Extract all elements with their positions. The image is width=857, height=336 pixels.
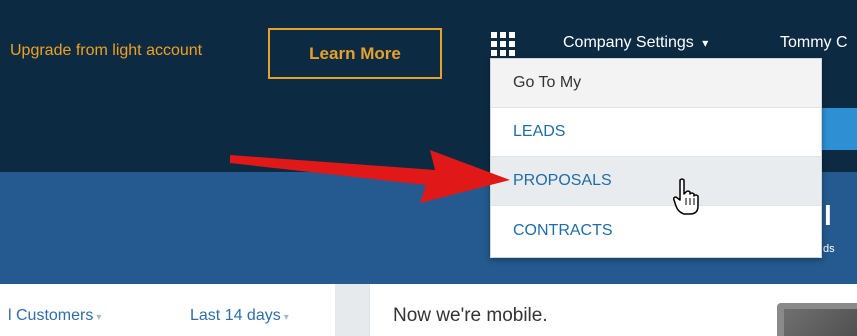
menu-item-leads[interactable]: LEADS (491, 108, 821, 157)
chevron-down-icon: ▾ (283, 312, 289, 323)
chevron-down-icon: ▾ (702, 36, 709, 50)
goto-dropdown-menu: Go To My LEADS PROPOSALS CONTRACTS (490, 58, 822, 258)
apps-grid-icon[interactable] (491, 32, 515, 56)
company-settings-label: Company Settings (563, 34, 694, 51)
date-range-label: Last 14 days (190, 307, 281, 324)
hero-subtext-fragment: ds (823, 243, 835, 255)
panel-divider (335, 284, 369, 336)
dropdown-header: Go To My (491, 59, 821, 108)
mobile-promo-text: Now we're mobile. (393, 305, 548, 326)
menu-item-proposals[interactable]: PROPOSALS (491, 157, 821, 206)
hand-pointer-cursor (673, 178, 699, 215)
red-arrow-annotation (230, 150, 510, 203)
chevron-down-icon: ▾ (96, 312, 102, 323)
learn-more-button[interactable]: Learn More (268, 28, 442, 79)
hero-heading-fragment: l (824, 200, 832, 231)
date-range-dropdown[interactable]: Last 14 days ▾ (190, 307, 289, 325)
device-screen (784, 309, 857, 336)
user-menu[interactable]: Tommy C (780, 34, 848, 52)
mobile-device-image (777, 303, 857, 336)
company-settings-menu[interactable]: Company Settings ▾ (563, 34, 708, 52)
upgrade-text: Upgrade from light account (10, 42, 203, 59)
search-button-edge[interactable] (820, 108, 857, 150)
customers-filter-label: l Customers (8, 307, 94, 324)
menu-item-contracts[interactable]: CONTRACTS (491, 206, 821, 255)
customers-filter-dropdown[interactable]: l Customers ▾ (8, 307, 101, 325)
